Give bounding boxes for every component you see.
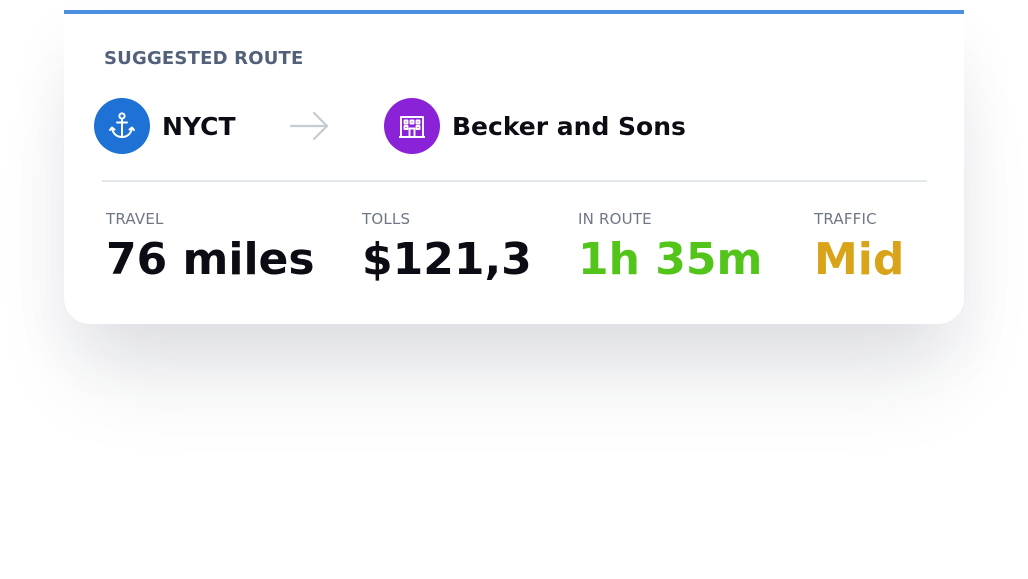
anchor-icon (94, 98, 150, 154)
card-accent-bar (64, 10, 964, 14)
building-icon (384, 98, 440, 154)
stat-travel-value: 76 miles (106, 234, 315, 285)
arrow-right-icon (288, 108, 332, 144)
stat-traffic-label: TRAFFIC (814, 210, 877, 228)
stat-tolls-label: TOLLS (362, 210, 411, 228)
stat-tolls-value: $121,3 (362, 234, 532, 285)
stat-travel-label: TRAVEL (106, 210, 164, 228)
route-card: SUGGESTED ROUTE NYCT Becker and Sons TRA… (64, 10, 964, 324)
route-origin[interactable]: NYCT (94, 98, 236, 154)
stat-traffic: TRAFFIC Mid (814, 210, 904, 282)
section-title: SUGGESTED ROUTE (104, 48, 304, 69)
route-destination[interactable]: Becker and Sons (384, 98, 686, 154)
divider (102, 180, 927, 182)
stat-in-route-label: IN ROUTE (578, 210, 652, 228)
stat-traffic-value: Mid (814, 234, 905, 285)
stat-tolls: TOLLS $121,3 (362, 210, 532, 282)
stat-in-route-value: 1h 35m (578, 234, 763, 285)
origin-name: NYCT (162, 111, 236, 141)
stat-in-route: IN ROUTE 1h 35m (578, 210, 762, 282)
destination-name: Becker and Sons (452, 111, 686, 141)
stat-travel: TRAVEL 76 miles (106, 210, 315, 282)
